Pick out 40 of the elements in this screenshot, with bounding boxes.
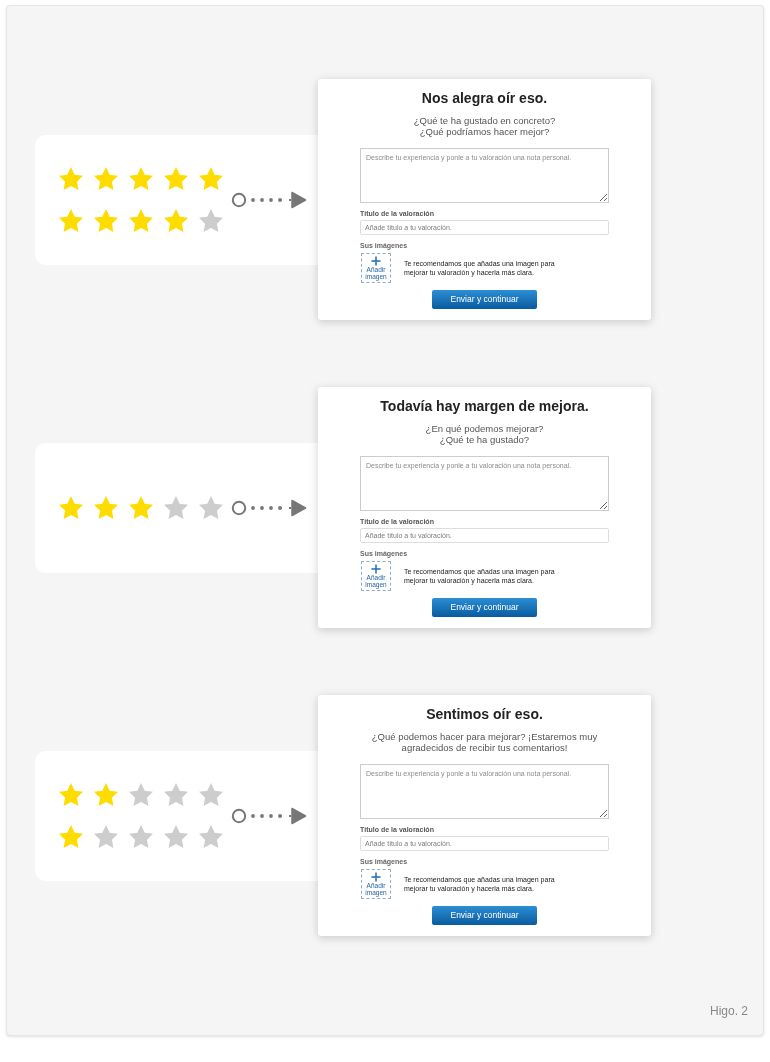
star-icon [164, 209, 188, 232]
star-icon [164, 825, 188, 848]
figure-label: Higo. 2 [709, 1004, 748, 1018]
plus-icon [371, 256, 381, 266]
star-icon [129, 783, 153, 806]
star-icon [94, 167, 118, 190]
submit-button[interactable]: Enviar y continuar [432, 598, 537, 617]
submit-button[interactable]: Enviar y continuar [432, 290, 537, 309]
star-icon [129, 209, 153, 232]
star-icon [59, 167, 83, 190]
star-icon [129, 167, 153, 190]
star-icon [94, 783, 118, 806]
star-icon [164, 167, 188, 190]
card-subtitle: ¿Qué te ha gustado en concreto? [413, 115, 556, 126]
card-subtitle: ¿Qué te ha gustado? [439, 434, 530, 445]
star-icon [59, 825, 83, 848]
star-icon [164, 783, 188, 806]
star-icon [129, 496, 153, 519]
star-icon [59, 209, 83, 232]
star-icon [199, 825, 223, 848]
star-icon [199, 783, 223, 806]
card-subtitle: ¿En qué podemos mejorar? [425, 423, 544, 434]
star-icon [164, 496, 188, 519]
submit-button[interactable]: Enviar y continuar [432, 906, 537, 925]
plus-icon [371, 872, 381, 882]
star-icon [199, 167, 223, 190]
star-icon [129, 825, 153, 848]
card-title: Sentimos oír eso. [425, 705, 544, 723]
star-icon [59, 783, 83, 806]
plus-icon [371, 564, 381, 574]
card-title: Nos alegra oír eso. [420, 89, 549, 107]
star-icon [94, 496, 118, 519]
card-title: Todavía hay margen de mejora. [379, 397, 590, 415]
star-icon [199, 209, 223, 232]
star-icon [199, 496, 223, 519]
card-subtitle: ¿Qué podemos hacer para mejorar? ¡Estaremos muy agradecidos de recibir tus comentarios! [370, 731, 599, 753]
star-icon [59, 496, 83, 519]
card-subtitle: ¿Qué podríamos hacer mejor? [419, 126, 550, 137]
star-icon [94, 209, 118, 232]
star-icon [94, 825, 118, 848]
